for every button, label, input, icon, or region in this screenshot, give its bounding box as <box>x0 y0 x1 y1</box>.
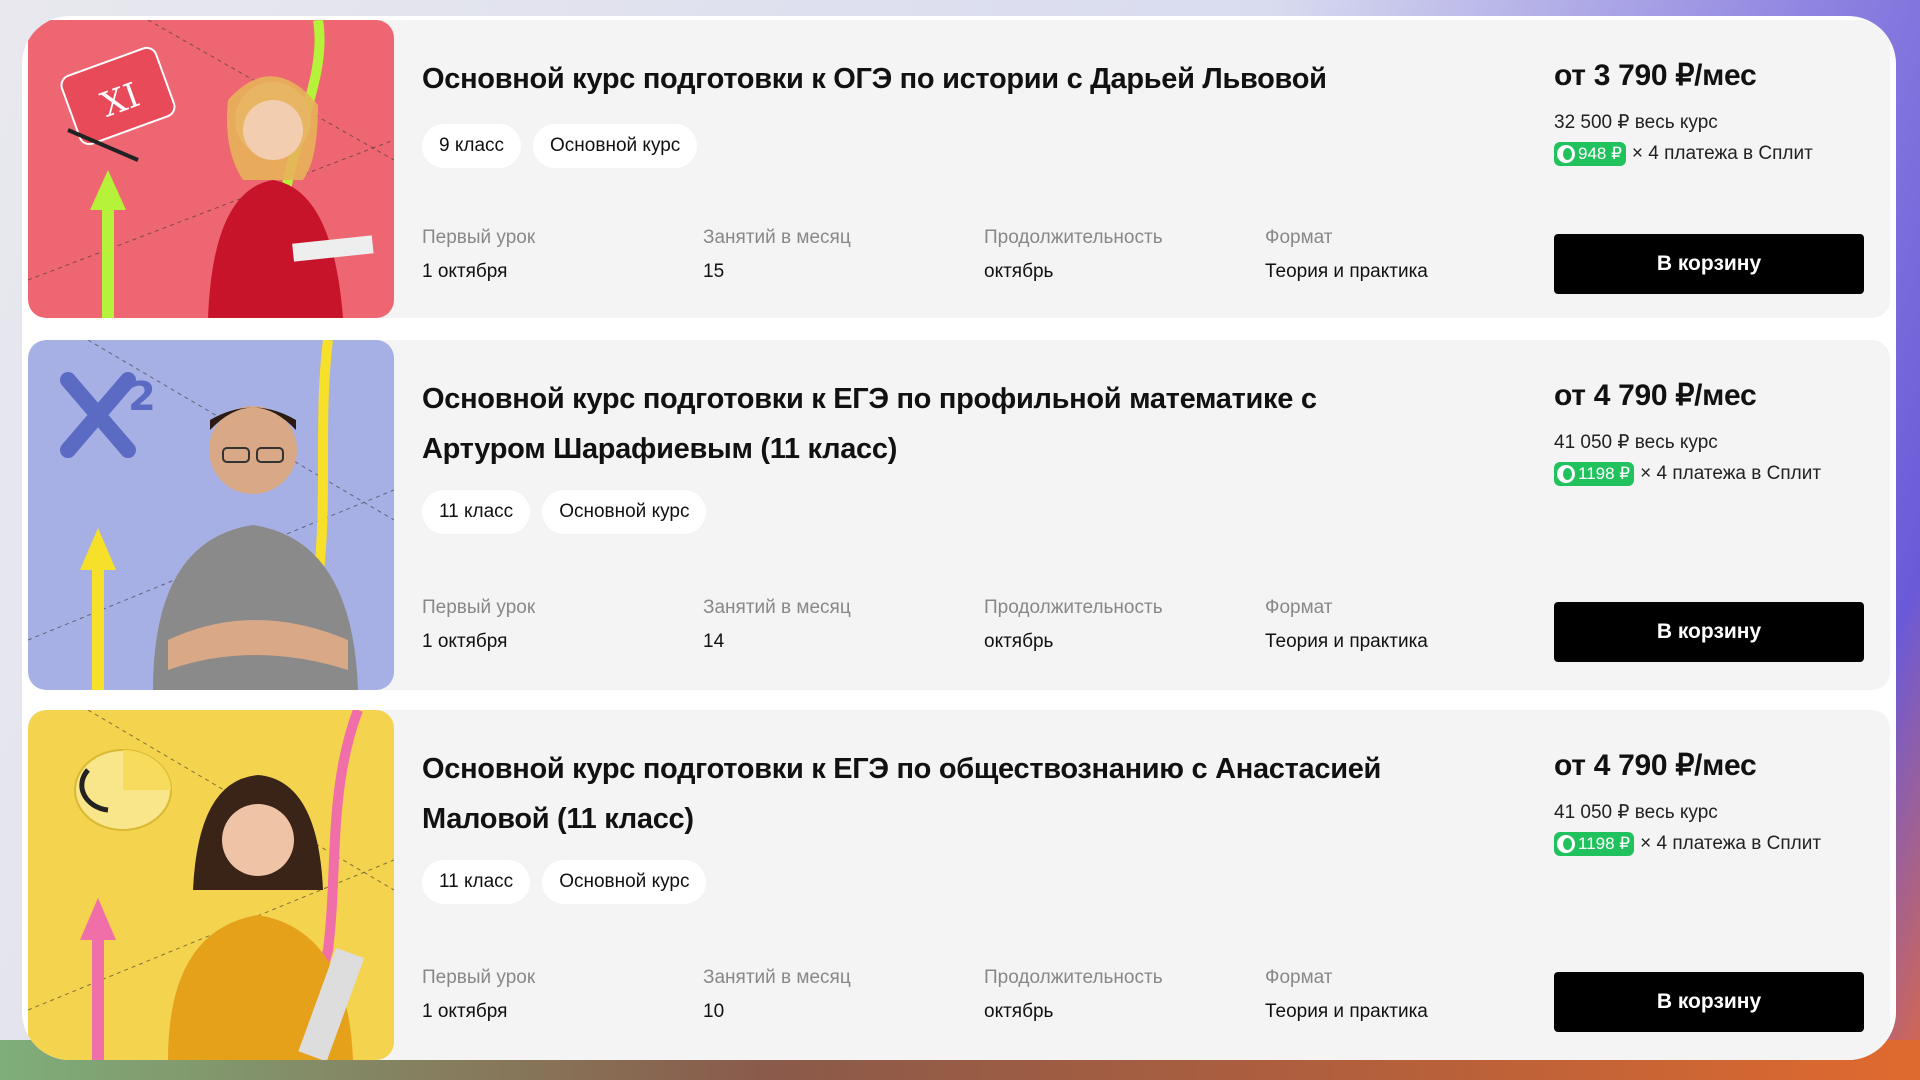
meta-duration: Продолжительность октябрь <box>984 227 1163 282</box>
teacher-photo: XI <box>28 20 394 318</box>
price-block: от 4 790 ₽/мес 41 050 ₽ весь курс 1198 ₽… <box>1554 744 1874 856</box>
course-title[interactable]: Основной курс подготовки к ЕГЭ по профил… <box>422 374 1422 474</box>
tag-grade: 11 класс <box>422 860 531 904</box>
price-block: от 3 790 ₽/мес 32 500 ₽ весь курс 948 ₽ … <box>1554 54 1874 166</box>
price-full-course: 41 050 ₽ весь курс <box>1554 432 1718 453</box>
price-monthly: от 4 790 ₽/мес <box>1554 379 1757 412</box>
meta-duration: Продолжительность октябрь <box>984 597 1163 652</box>
course-meta: Первый урок 1 октября Занятий в месяц 15… <box>422 224 1546 286</box>
svg-text:2: 2 <box>128 374 156 420</box>
course-tags: 11 класс Основной курс <box>422 490 707 534</box>
tag-grade: 9 класс <box>422 124 522 168</box>
meta-format: Формат Теория и практика <box>1265 227 1428 282</box>
split-icon <box>1557 465 1575 483</box>
course-card[interactable]: XI Основной курс подготовки к ОГЭ по ист… <box>28 20 1890 318</box>
course-title[interactable]: Основной курс подготовки к ЕГЭ по общест… <box>422 744 1422 844</box>
split-badge: 948 ₽ <box>1554 142 1626 166</box>
add-to-cart-button[interactable]: В корзину <box>1554 972 1864 1032</box>
split-icon <box>1557 835 1575 853</box>
teacher-photo <box>28 710 394 1060</box>
add-to-cart-button[interactable]: В корзину <box>1554 234 1864 294</box>
course-list: XI Основной курс подготовки к ОГЭ по ист… <box>22 16 1896 1060</box>
split-icon <box>1557 145 1575 163</box>
course-meta: Первый урок 1 октября Занятий в месяц 10… <box>422 964 1546 1026</box>
price-monthly: от 4 790 ₽/мес <box>1554 749 1757 782</box>
course-tags: 11 класс Основной курс <box>422 860 707 904</box>
meta-format: Формат Теория и практика <box>1265 597 1428 652</box>
tag-grade: 11 класс <box>422 490 531 534</box>
meta-first-lesson: Первый урок 1 октября <box>422 967 536 1022</box>
price-full-course: 41 050 ₽ весь курс <box>1554 802 1718 823</box>
teacher-photo: 2 <box>28 340 394 690</box>
tag-course-type: Основной курс <box>542 860 707 904</box>
tag-course-type: Основной курс <box>542 490 707 534</box>
meta-first-lesson: Первый урок 1 октября <box>422 227 536 282</box>
course-card[interactable]: 2 Основной курс подготовки к ЕГЭ по проф… <box>28 340 1890 690</box>
meta-lessons-per-month: Занятий в месяц 10 <box>703 967 851 1022</box>
pie-chart-icon <box>74 749 172 831</box>
meta-lessons-per-month: Занятий в месяц 14 <box>703 597 851 652</box>
split-payment: 948 ₽ × 4 платежа в Сплит <box>1554 142 1874 166</box>
course-tags: 9 класс Основной курс <box>422 124 698 168</box>
price-block: от 4 790 ₽/мес 41 050 ₽ весь курс 1198 ₽… <box>1554 374 1874 486</box>
meta-first-lesson: Первый урок 1 октября <box>422 597 536 652</box>
split-payment: 1198 ₽ × 4 платежа в Сплит <box>1554 832 1874 856</box>
meta-format: Формат Теория и практика <box>1265 967 1428 1022</box>
split-badge: 1198 ₽ <box>1554 832 1635 856</box>
add-to-cart-button[interactable]: В корзину <box>1554 602 1864 662</box>
meta-duration: Продолжительность октябрь <box>984 967 1163 1022</box>
price-monthly: от 3 790 ₽/мес <box>1554 59 1757 92</box>
course-card[interactable]: Основной курс подготовки к ЕГЭ по общест… <box>28 710 1890 1060</box>
course-thumbnail[interactable] <box>28 710 394 1060</box>
meta-lessons-per-month: Занятий в месяц 15 <box>703 227 851 282</box>
course-meta: Первый урок 1 октября Занятий в месяц 14… <box>422 594 1546 656</box>
split-payment: 1198 ₽ × 4 платежа в Сплит <box>1554 462 1874 486</box>
tag-course-type: Основной курс <box>533 124 698 168</box>
split-badge: 1198 ₽ <box>1554 462 1635 486</box>
course-thumbnail[interactable]: 2 <box>28 340 394 690</box>
price-full-course: 32 500 ₽ весь курс <box>1554 112 1718 133</box>
course-title[interactable]: Основной курс подготовки к ОГЭ по истори… <box>422 54 1422 104</box>
course-thumbnail[interactable]: XI <box>28 20 394 318</box>
